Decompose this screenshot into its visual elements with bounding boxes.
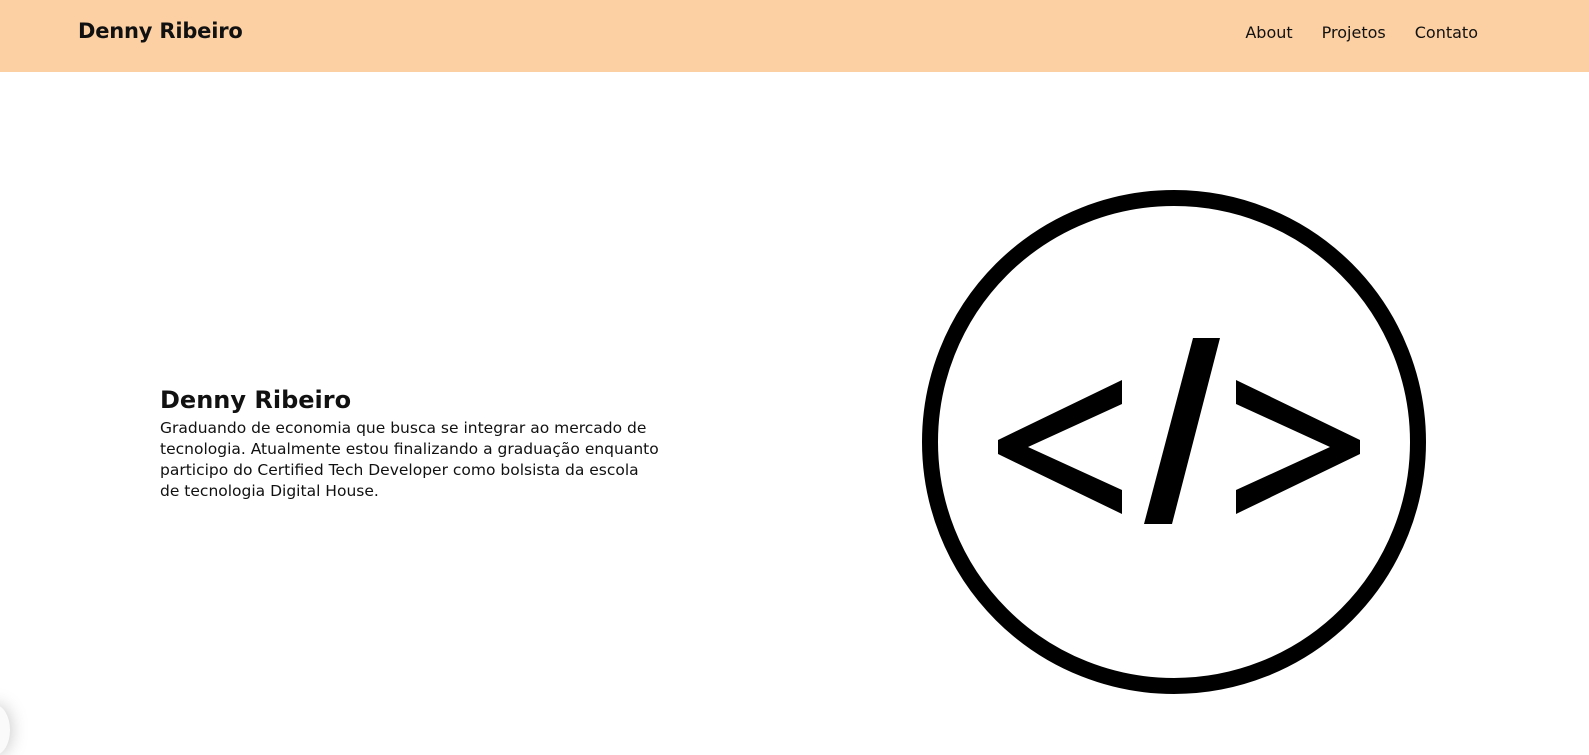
nav-link-projetos[interactable]: Projetos [1322,23,1386,42]
nav-links: About Projetos Contato [1245,23,1478,42]
brand-name[interactable]: Denny Ribeiro [78,19,243,43]
navbar: Denny Ribeiro About Projetos Contato [0,0,1589,72]
hero-section: Denny Ribeiro Graduando de economia que … [160,385,660,502]
nav-link-about[interactable]: About [1245,23,1292,42]
nav-link-contato[interactable]: Contato [1415,23,1478,42]
code-brackets-icon [922,190,1426,694]
hero-title: Denny Ribeiro [160,386,352,414]
corner-shadow [0,705,10,755]
hero-description: Graduando de economia que busca se integ… [160,419,659,500]
